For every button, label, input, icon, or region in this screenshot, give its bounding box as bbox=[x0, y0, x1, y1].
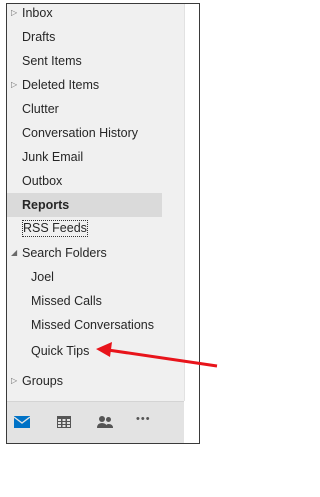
red-arrow-annotation bbox=[96, 342, 218, 368]
